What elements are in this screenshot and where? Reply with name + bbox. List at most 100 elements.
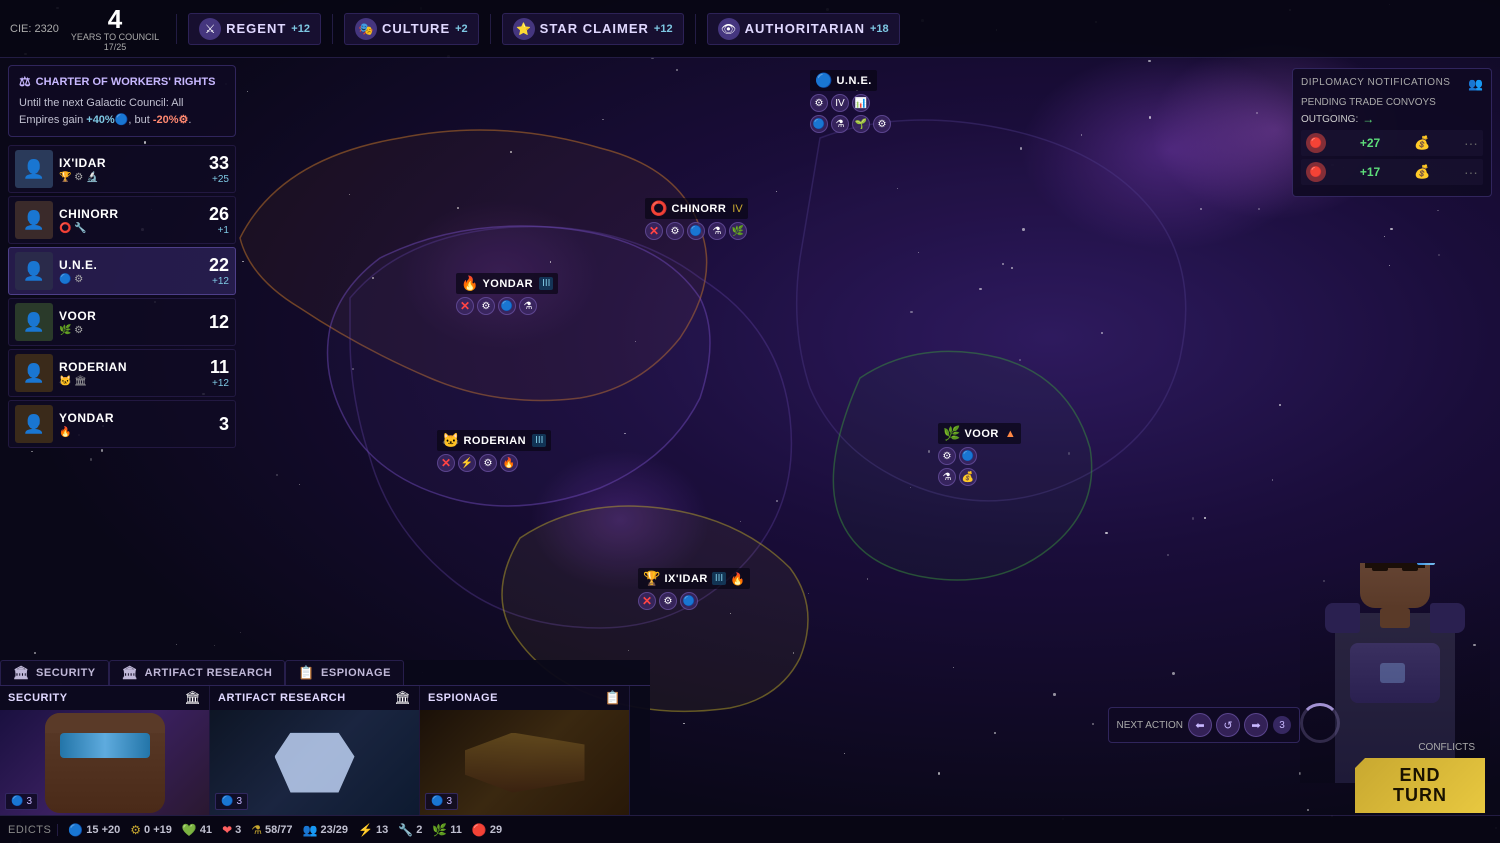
espionage-card-img: 🔵 3	[420, 710, 629, 815]
espionage-card-title: ESPIONAGE	[428, 692, 600, 704]
separator-3	[490, 14, 491, 44]
leader-row-une[interactable]: 👤 U.N.E. 🔵 ⚙ 22 +12	[8, 247, 236, 295]
security-face	[45, 713, 165, 813]
next-action-next[interactable]: ➡	[1244, 713, 1268, 737]
trade-row-2[interactable]: 🔴 +17 💰 ···	[1301, 159, 1483, 185]
yondar-info: YONDAR 🔥	[59, 411, 213, 438]
charter-icon: ⚖	[19, 74, 31, 90]
authoritarian-bonus: +18	[870, 23, 889, 35]
trade-amount-1: +27	[1360, 136, 1380, 150]
next-action-refresh[interactable]: ↺	[1216, 713, 1240, 737]
leader-row-voor[interactable]: 👤 VOOR 🌿 ⚙ 12	[8, 298, 236, 346]
char-shoulder-right	[1430, 603, 1465, 633]
separator-1	[176, 14, 177, 44]
security-badge-icon: 🔵	[11, 796, 23, 807]
faction-authoritarian[interactable]: 👁 AUTHORITARIAN +18	[707, 13, 900, 45]
yondar-icons: 🔥	[59, 427, 213, 438]
faction-starclaimer[interactable]: ⭐ STAR CLAIMER +12	[502, 13, 684, 45]
une-info: U.N.E. 🔵 ⚙	[59, 258, 203, 285]
artifact-card-img: 🔵 3	[210, 710, 419, 815]
regent-name: REGENT	[226, 21, 286, 36]
chinorr-tier: IV	[732, 203, 742, 215]
stat-research: ⚗ 58/77	[251, 823, 292, 837]
diplomacy-header: DIPLOMACY NOTIFICATIONS 👥	[1301, 77, 1483, 91]
artifact-card[interactable]: ARTIFACT RESEARCH 🏛 🔵 3	[210, 686, 420, 815]
top-bar: CIE: 2320 4 YEARS TO COUNCIL 17/25 ⚔ REG…	[0, 0, 1500, 58]
ixidar-tier: III	[712, 572, 726, 585]
approval-stat-icon: 🔴	[472, 823, 487, 837]
culture-stat-icon: 🔵	[68, 823, 83, 837]
diplomacy-icon: 👥	[1468, 77, 1483, 91]
authoritarian-name: AUTHORITARIAN	[745, 21, 865, 36]
trade-icon-1: 💰	[1414, 135, 1430, 151]
chinorr-bonus: +1	[218, 225, 229, 236]
culture-icon: 🎭	[355, 18, 377, 40]
une-name: U.N.E.	[59, 258, 203, 272]
roderian-icons: 🐱 🏛	[59, 376, 204, 387]
faction-culture[interactable]: 🎭 CULTURE +2	[344, 13, 479, 45]
char-head	[1360, 563, 1430, 608]
chinorr-name: CHINORR	[59, 207, 203, 221]
pending-trade-label: PENDING TRADE CONVOYS	[1301, 97, 1483, 108]
map-label-une[interactable]: 🔵 U.N.E. ⚙ IV 📊 🔵 ⚗ 🌱 ⚙	[810, 70, 891, 133]
une-map-actions: ⚙ IV 📊	[810, 94, 870, 112]
food-stat-icon: 🌿	[432, 823, 447, 837]
map-label-roderian[interactable]: 🐱 RODERIAN III ✕ ⚡ ⚙ 🔥	[437, 430, 551, 472]
security-tab-icon: 🏛	[13, 665, 30, 681]
tab-artifact[interactable]: 🏛 ARTIFACT RESEARCH	[109, 660, 286, 685]
map-label-ixidar[interactable]: 🏆 IX'IDAR III 🔥 ✕ ⚙ 🔵	[638, 568, 750, 610]
bottom-tabs-row: 🏛 SECURITY 🏛 ARTIFACT RESEARCH 📋 ESPIONA…	[0, 660, 650, 685]
roderian-bonus: +12	[212, 378, 229, 389]
trade-dots-2[interactable]: ···	[1464, 164, 1478, 180]
une-score-wrap: 22 +12	[209, 255, 229, 287]
security-visor	[60, 733, 150, 758]
authoritarian-icon: 👁	[718, 18, 740, 40]
roderian-score: 11	[210, 357, 229, 378]
char-eye-right	[1402, 563, 1418, 571]
leader-row-roderian[interactable]: 👤 RODERIAN 🐱 🏛 11 +12	[8, 349, 236, 397]
leader-row-chinorr[interactable]: 👤 CHINORR ⭕ 🔧 26 +1	[8, 196, 236, 244]
separator-4	[695, 14, 696, 44]
une-avatar: 👤	[15, 252, 53, 290]
ixidar-cancel: ✕	[638, 592, 656, 610]
chinorr-avatar: 👤	[15, 201, 53, 239]
cie-label: CIE: 2320	[10, 23, 59, 35]
trade-dots-1[interactable]: ···	[1464, 135, 1478, 151]
ixidar-a2: ⚙	[659, 592, 677, 610]
leader-row-ixidar[interactable]: 👤 IX'IDAR 🏆 ⚙ 🔬 33 +25	[8, 145, 236, 193]
ixidar-actions: ✕ ⚙ 🔵	[638, 592, 698, 610]
next-action-prev[interactable]: ⬅	[1188, 713, 1212, 737]
status-bar: EDICTS 🔵 15 +20 ⚙ 0 +19 💚 41 ❤ 3 ⚗ 58/77…	[0, 815, 1500, 843]
security-card[interactable]: SECURITY 🏛 🔵 3	[0, 686, 210, 815]
chinorr-cancel: ✕	[645, 222, 663, 240]
roderian-name: RODERIAN	[59, 360, 204, 374]
map-label-chinorr[interactable]: ⭕ CHINORR IV ✕ ⚙ 🔵 ⚗ 🌿	[645, 198, 748, 240]
next-action-box: NEXT ACTION ⬅ ↺ ➡ 3	[1108, 707, 1301, 743]
artifact-card-title: ARTIFACT RESEARCH	[218, 692, 389, 704]
chinorr-map-icon: ⭕	[650, 200, 667, 217]
artifact-badge: 🔵 3	[215, 793, 248, 810]
end-turn-text: ENDTURN	[1393, 766, 1447, 806]
charter-title: ⚖ CHARTER OF WORKERS' RIGHTS	[19, 74, 225, 90]
char-eye-left	[1372, 563, 1388, 571]
roderian-a3: ⚙	[479, 454, 497, 472]
une-score: 22	[209, 255, 229, 276]
artifact-tab-label: ARTIFACT RESEARCH	[145, 667, 273, 679]
end-turn-button[interactable]: ENDTURN	[1355, 758, 1485, 813]
map-label-yondar[interactable]: 🔥 YONDAR III ✕ ⚙ 🔵 ⚗	[456, 273, 558, 315]
left-panel: ⚖ CHARTER OF WORKERS' RIGHTS Until the n…	[8, 65, 236, 448]
artifact-card-icon: 🏛	[394, 690, 411, 706]
chinorr-map-name: CHINORR	[671, 203, 726, 215]
faction-regent[interactable]: ⚔ REGENT +12	[188, 13, 321, 45]
separator-2	[332, 14, 333, 44]
map-label-voor[interactable]: 🌿 VOOR ▲ ⚙ 🔵 ⚗ 💰	[938, 423, 1021, 486]
trade-empire-1: 🔴	[1306, 133, 1326, 153]
trade-row-1[interactable]: 🔴 +27 💰 ···	[1301, 130, 1483, 156]
leader-row-yondar[interactable]: 👤 YONDAR 🔥 3	[8, 400, 236, 448]
tab-security[interactable]: 🏛 SECURITY	[0, 660, 109, 685]
voor-a1: ⚙	[938, 447, 956, 465]
approval-stat-val: 29	[490, 824, 502, 836]
security-card-title: SECURITY	[8, 692, 179, 704]
tab-espionage[interactable]: 📋 ESPIONAGE	[285, 660, 404, 685]
espionage-card[interactable]: ESPIONAGE 📋 🔵 3	[420, 686, 630, 815]
